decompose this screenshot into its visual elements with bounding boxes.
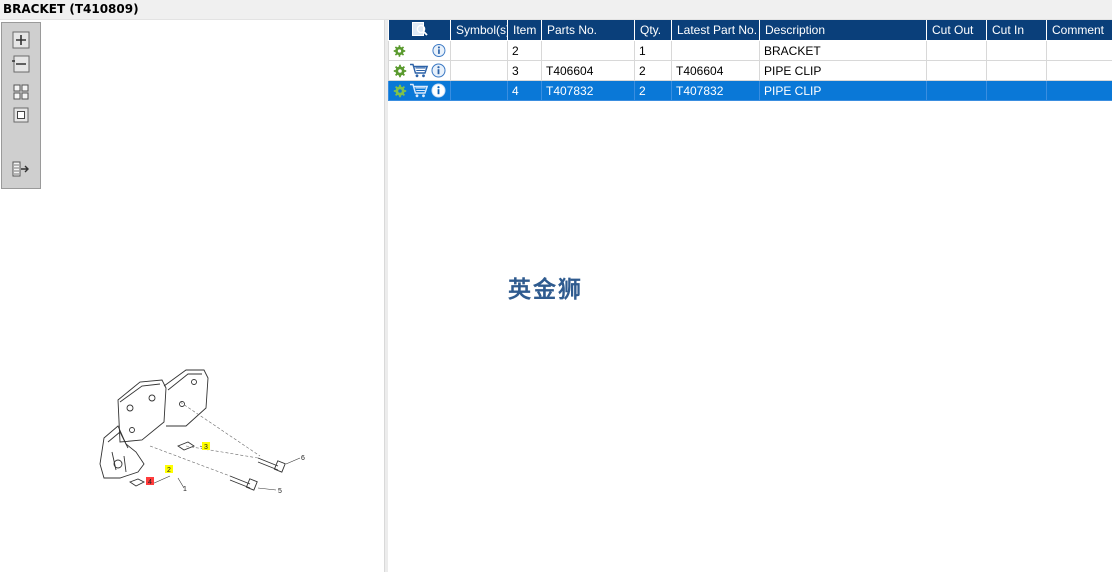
cell-description: BRACKET <box>759 40 927 61</box>
cell-cut-out <box>926 80 987 101</box>
cart-icon[interactable] <box>409 63 429 78</box>
parts-list-pane: Symbol(s) Item Parts No. Qty. Latest Par… <box>388 20 1112 572</box>
cell-symbols <box>450 60 508 81</box>
actual-size-button[interactable] <box>12 106 30 124</box>
window-title-bar: BRACKET (T410809) <box>0 0 1112 20</box>
info-icon[interactable] <box>431 83 446 98</box>
row-actions <box>388 80 451 101</box>
column-header-cut-out[interactable]: Cut Out <box>926 20 987 41</box>
cell-qty: 2 <box>634 60 672 81</box>
cell-item: 4 <box>507 80 542 101</box>
cell-item: 2 <box>507 40 542 61</box>
search-document-icon <box>411 21 428 36</box>
cell-comment <box>1046 60 1112 81</box>
column-header-cut-in[interactable]: Cut In <box>986 20 1047 41</box>
toggle-list-button[interactable] <box>12 160 30 178</box>
callout-2[interactable]: 2 <box>167 467 171 474</box>
column-header-latest-part-no[interactable]: Latest Part No. <box>671 20 760 41</box>
table-row[interactable]: 2 1 BRACKET <box>388 40 1112 61</box>
gear-icon[interactable] <box>393 64 407 78</box>
callout-1[interactable]: 1 <box>183 486 187 493</box>
table-header: Symbol(s) Item Parts No. Qty. Latest Par… <box>388 20 1112 41</box>
column-header-parts-no[interactable]: Parts No. <box>541 20 635 41</box>
spacer <box>408 44 430 58</box>
fit-grid-icon <box>13 84 29 100</box>
watermark-text: 英金狮 <box>508 277 583 303</box>
minus-magnifier-icon <box>12 55 30 73</box>
cell-description: PIPE CLIP <box>759 80 927 101</box>
cell-symbols <box>450 40 508 61</box>
fit-all-button[interactable] <box>12 83 30 101</box>
cell-cut-out <box>926 40 987 61</box>
gear-icon[interactable] <box>393 44 406 58</box>
cell-qty: 1 <box>634 40 672 61</box>
cell-latest-part-no <box>671 40 760 61</box>
cell-symbols <box>450 80 508 101</box>
column-header-comment[interactable]: Comment <box>1046 20 1112 41</box>
table-row-selected[interactable]: 4 T407832 2 T407832 PIPE CLIP <box>388 80 1112 101</box>
callout-4[interactable]: 4 <box>148 479 152 486</box>
cell-qty: 2 <box>634 80 672 101</box>
cell-cut-in <box>986 80 1047 101</box>
info-icon[interactable] <box>432 43 446 58</box>
window-title: BRACKET (T410809) <box>3 2 139 16</box>
row-actions <box>388 60 451 81</box>
cell-cut-out <box>926 60 987 81</box>
cell-parts-no: T406604 <box>541 60 635 81</box>
column-header-description[interactable]: Description <box>759 20 927 41</box>
cell-latest-part-no: T406604 <box>671 60 760 81</box>
zoom-out-button[interactable] <box>12 55 30 73</box>
column-header-symbols[interactable]: Symbol(s) <box>450 20 508 41</box>
gear-icon[interactable] <box>393 84 407 98</box>
callout-3[interactable]: 3 <box>204 444 208 451</box>
cart-icon[interactable] <box>409 83 429 98</box>
cell-item: 3 <box>507 60 542 81</box>
cell-parts-no: T407832 <box>541 80 635 101</box>
drawing-toolbar <box>1 22 41 189</box>
callout-5[interactable]: 5 <box>278 488 282 495</box>
list-arrow-icon <box>12 161 29 177</box>
cell-cut-in <box>986 60 1047 81</box>
callout-6[interactable]: 6 <box>301 455 305 462</box>
exploded-view-drawing[interactable]: 1 2 3 4 5 6 <box>90 360 320 520</box>
square-frame-icon <box>13 107 29 123</box>
zoom-in-button[interactable] <box>12 31 30 49</box>
plus-magnifier-icon <box>12 31 30 49</box>
column-header-qty[interactable]: Qty. <box>634 20 672 41</box>
table-row[interactable]: 3 T406604 2 T406604 PIPE CLIP <box>388 60 1112 81</box>
cell-cut-in <box>986 40 1047 61</box>
cell-latest-part-no: T407832 <box>671 80 760 101</box>
column-header-filter[interactable] <box>388 20 451 41</box>
cell-parts-no <box>541 40 635 61</box>
cell-description: PIPE CLIP <box>759 60 927 81</box>
cell-comment <box>1046 40 1112 61</box>
cell-comment <box>1046 80 1112 101</box>
row-actions <box>388 40 451 61</box>
column-header-item[interactable]: Item <box>507 20 542 41</box>
parts-table: Symbol(s) Item Parts No. Qty. Latest Par… <box>388 20 1112 101</box>
info-icon[interactable] <box>431 63 446 78</box>
